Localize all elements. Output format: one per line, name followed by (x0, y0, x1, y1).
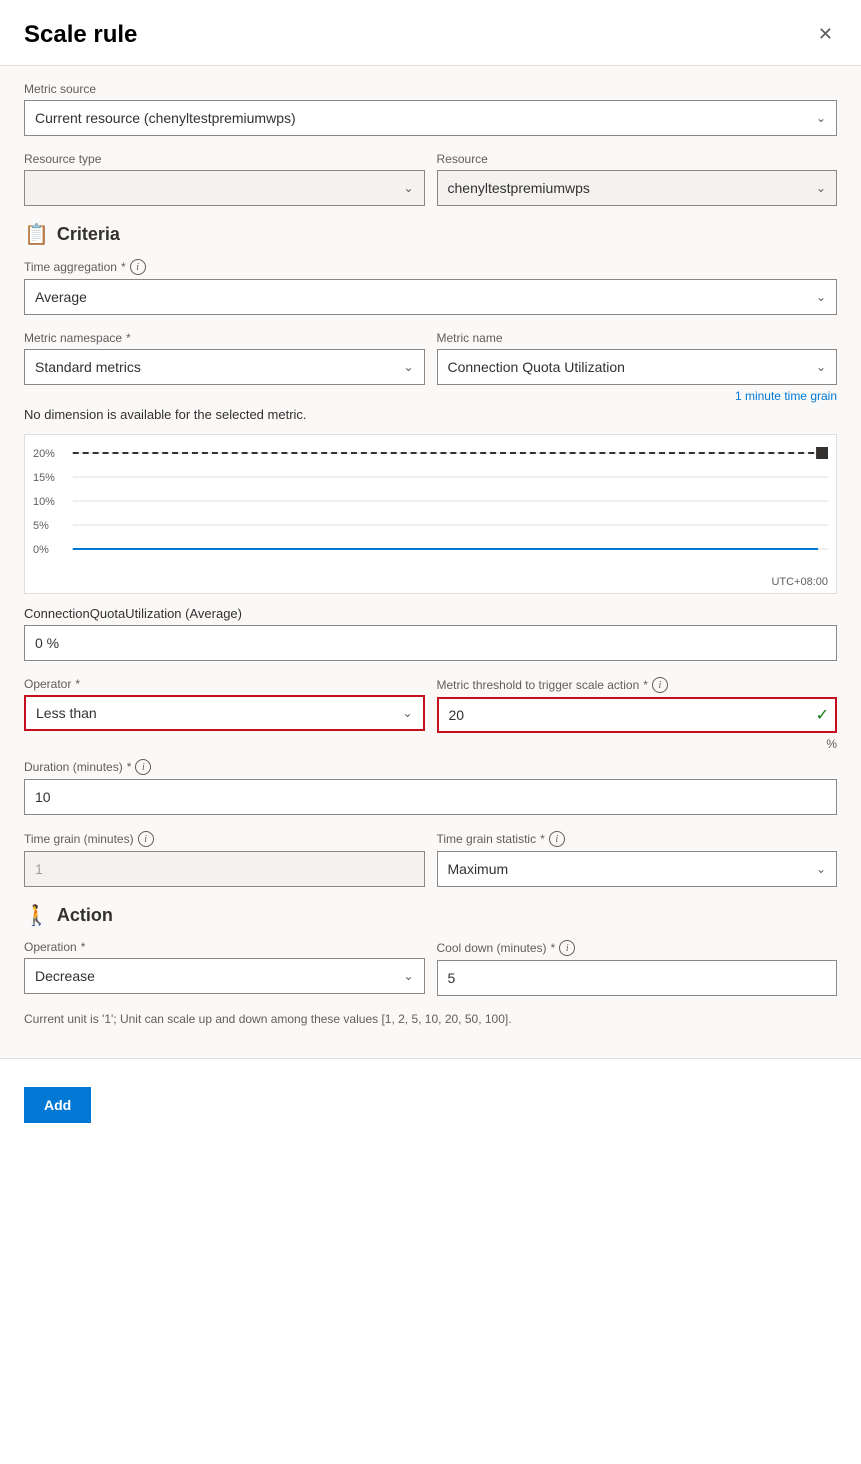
threshold-input[interactable] (437, 697, 838, 733)
resource-type-field: Resource type ⌄ (24, 152, 425, 206)
metric-value-label: ConnectionQuotaUtilization (Average) (24, 606, 837, 621)
time-aggregation-label: Time aggregation * i (24, 259, 837, 275)
metric-name-select[interactable]: Connection Quota Utilization ⌄ (437, 349, 838, 385)
time-grain-statistic-select[interactable]: Maximum ⌄ (437, 851, 838, 887)
panel-header: Scale rule ✕ (0, 0, 861, 66)
time-grain-field: Time grain (minutes) i (24, 831, 425, 887)
time-grain-note: 1 minute time grain (24, 389, 837, 403)
close-icon: ✕ (818, 24, 833, 45)
time-aggregation-required: * (121, 260, 126, 274)
svg-text:10%: 10% (33, 496, 55, 508)
metric-value-input[interactable] (24, 625, 837, 661)
panel-title: Scale rule (24, 21, 137, 49)
bottom-bar: Add (0, 1058, 861, 1139)
metric-namespace-chevron-icon: ⌄ (403, 360, 413, 374)
svg-text:5%: 5% (33, 520, 49, 532)
resource-chevron-icon: ⌄ (816, 181, 826, 195)
metric-name-chevron-icon: ⌄ (816, 360, 826, 374)
close-button[interactable]: ✕ (814, 20, 837, 49)
time-grain-statistic-info-icon[interactable]: i (549, 831, 565, 847)
criteria-icon: 📋 (24, 222, 49, 247)
duration-section: Duration (minutes) * i (24, 759, 837, 815)
metric-chart: 20% 15% 10% 5% 0% (33, 443, 828, 573)
operation-chevron-icon: ⌄ (403, 969, 413, 983)
time-grain-info-icon[interactable]: i (138, 831, 154, 847)
metric-source-chevron-icon: ⌄ (816, 111, 826, 125)
scale-rule-panel: Scale rule ✕ Metric source Current resou… (0, 0, 861, 1139)
resource-type-chevron-icon: ⌄ (403, 181, 413, 195)
time-grain-statistic-chevron-icon: ⌄ (816, 862, 826, 876)
operator-threshold-row: Operator * Less than ⌄ Metric threshold … (24, 677, 837, 733)
threshold-info-icon[interactable]: i (652, 677, 668, 693)
criteria-title: Criteria (57, 224, 120, 245)
cool-down-label: Cool down (minutes) * i (437, 940, 838, 956)
action-icon: 🚶 (24, 903, 49, 928)
operator-select[interactable]: Less than ⌄ (24, 695, 425, 731)
cool-down-input[interactable] (437, 960, 838, 996)
time-aggregation-value: Average (35, 289, 87, 305)
metric-namespace-label: Metric namespace * (24, 331, 425, 345)
time-grain-label: Time grain (minutes) i (24, 831, 425, 847)
duration-info-icon[interactable]: i (135, 759, 151, 775)
resource-type-label: Resource type (24, 152, 425, 166)
threshold-wrapper: ✓ (437, 697, 838, 733)
action-header: 🚶 Action (24, 903, 837, 928)
metric-source-label: Metric source (24, 82, 837, 96)
time-aggregation-chevron-icon: ⌄ (816, 290, 826, 304)
time-aggregation-select[interactable]: Average ⌄ (24, 279, 837, 315)
metric-value-section: ConnectionQuotaUtilization (Average) (24, 606, 837, 661)
metric-namespace-value: Standard metrics (35, 359, 141, 375)
action-title: Action (57, 905, 113, 926)
resource-label: Resource (437, 152, 838, 166)
operation-value: Decrease (35, 968, 95, 984)
svg-text:20%: 20% (33, 448, 55, 460)
chart-utc-label: UTC+08:00 (33, 576, 828, 588)
time-grain-row: Time grain (minutes) i Time grain statis… (24, 831, 837, 887)
operation-label: Operation * (24, 940, 425, 954)
metric-namespace-row: Metric namespace * Standard metrics ⌄ Me… (24, 331, 837, 385)
time-aggregation-section: Time aggregation * i Average ⌄ (24, 259, 837, 315)
metric-name-value: Connection Quota Utilization (448, 359, 625, 375)
resource-field: Resource chenyltestpremiumwps ⌄ (437, 152, 838, 206)
cool-down-field: Cool down (minutes) * i (437, 940, 838, 996)
metric-source-select[interactable]: Current resource (chenyltestpremiumwps) … (24, 100, 837, 136)
add-button[interactable]: Add (24, 1087, 91, 1123)
operation-field: Operation * Decrease ⌄ (24, 940, 425, 996)
threshold-check-icon: ✓ (816, 705, 829, 725)
metric-namespace-field: Metric namespace * Standard metrics ⌄ (24, 331, 425, 385)
resource-type-resource-row: Resource type ⌄ Resource chenyltestpremi… (24, 152, 837, 206)
time-aggregation-info-icon[interactable]: i (130, 259, 146, 275)
chart-container: 20% 15% 10% 5% 0% UTC+08:00 (24, 434, 837, 594)
current-unit-note: Current unit is '1'; Unit can scale up a… (24, 1012, 837, 1026)
operator-field: Operator * Less than ⌄ (24, 677, 425, 733)
svg-text:15%: 15% (33, 472, 55, 484)
cool-down-info-icon[interactable]: i (559, 940, 575, 956)
threshold-field: Metric threshold to trigger scale action… (437, 677, 838, 733)
resource-type-select[interactable]: ⌄ (24, 170, 425, 206)
criteria-header: 📋 Criteria (24, 222, 837, 247)
operator-value: Less than (36, 705, 97, 721)
operation-cooldown-row: Operation * Decrease ⌄ Cool down (minute… (24, 940, 837, 996)
metric-source-section: Metric source Current resource (chenylte… (24, 82, 837, 136)
resource-select[interactable]: chenyltestpremiumwps ⌄ (437, 170, 838, 206)
threshold-label: Metric threshold to trigger scale action… (437, 677, 838, 693)
time-grain-input (24, 851, 425, 887)
svg-text:0%: 0% (33, 544, 49, 556)
time-grain-statistic-value: Maximum (448, 861, 509, 877)
time-grain-statistic-field: Time grain statistic * i Maximum ⌄ (437, 831, 838, 887)
operation-select[interactable]: Decrease ⌄ (24, 958, 425, 994)
resource-value: chenyltestpremiumwps (448, 180, 590, 196)
metric-namespace-select[interactable]: Standard metrics ⌄ (24, 349, 425, 385)
operator-label: Operator * (24, 677, 425, 691)
panel-body: Metric source Current resource (chenylte… (0, 66, 861, 1058)
metric-name-field: Metric name Connection Quota Utilization… (437, 331, 838, 385)
time-grain-statistic-label: Time grain statistic * i (437, 831, 838, 847)
metric-source-value: Current resource (chenyltestpremiumwps) (35, 110, 296, 126)
metric-name-label: Metric name (437, 331, 838, 345)
percent-note: % (24, 737, 837, 751)
operator-chevron-icon: ⌄ (402, 706, 412, 720)
duration-label: Duration (minutes) * i (24, 759, 837, 775)
no-dimension-note: No dimension is available for the select… (24, 407, 837, 422)
duration-input[interactable] (24, 779, 837, 815)
